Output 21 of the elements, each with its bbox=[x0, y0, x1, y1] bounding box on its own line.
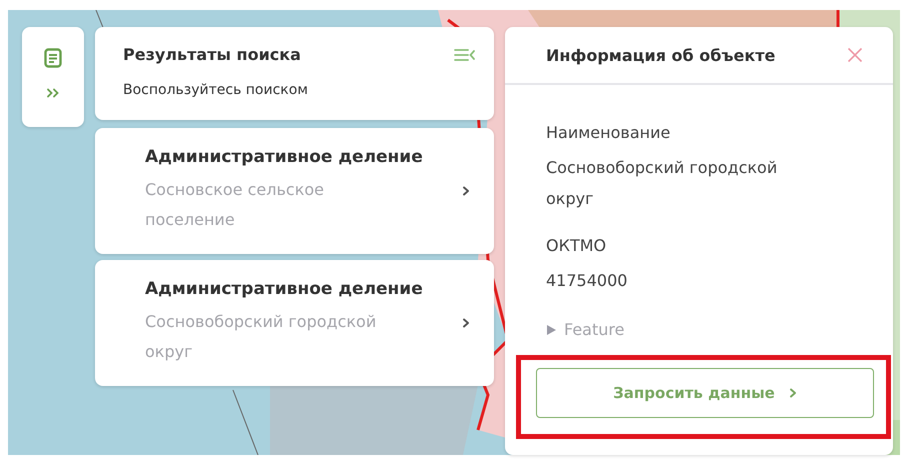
expand-icon[interactable] bbox=[46, 88, 60, 98]
search-result-card[interactable]: Административное деление Сосновское сельское поселение bbox=[95, 128, 494, 254]
chevron-icon bbox=[462, 186, 470, 196]
result-category: Административное деление bbox=[145, 147, 423, 167]
chevron-icon bbox=[462, 318, 470, 328]
close-icon[interactable] bbox=[847, 47, 863, 63]
document-icon[interactable] bbox=[44, 48, 62, 68]
search-result-card[interactable]: Административное деление Сосновоборский городской округ bbox=[95, 260, 494, 386]
result-name: Сосновское сельское поселение bbox=[145, 179, 326, 231]
search-hint: Воспользуйтесь поиском bbox=[123, 82, 309, 98]
panel-title: Информация об объекте bbox=[546, 46, 776, 64]
result-category: Административное деление bbox=[145, 279, 423, 299]
field-label: ОКТМО bbox=[546, 235, 608, 257]
triangle-icon bbox=[546, 324, 556, 334]
field-value: 41754000 bbox=[546, 270, 628, 292]
field-label: Наименование bbox=[546, 122, 672, 144]
chevron-icon bbox=[788, 388, 797, 398]
collapse-menu-icon[interactable] bbox=[454, 48, 476, 62]
panel-title: Результаты поиска bbox=[123, 45, 301, 64]
field-value: Сосновоборский городской округ bbox=[546, 157, 778, 210]
result-name: Сосновоборский городской округ bbox=[145, 311, 378, 363]
